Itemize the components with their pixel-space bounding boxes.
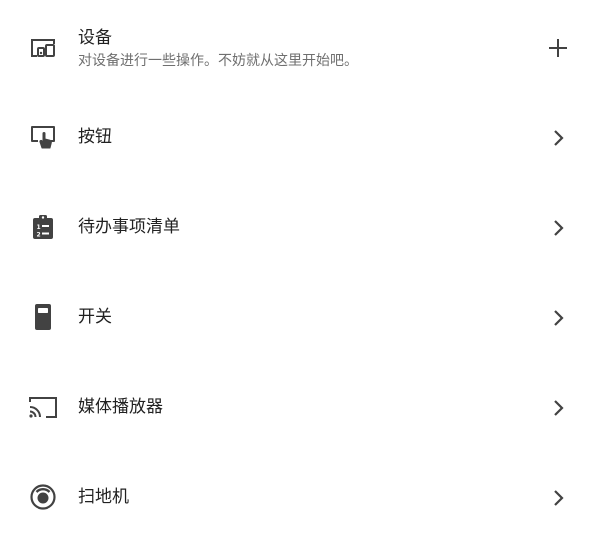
clipboard-list-icon: 1 2: [29, 213, 57, 241]
robot-vacuum-icon: [29, 483, 57, 511]
list-item-title: 待办事项清单: [78, 217, 180, 237]
add-icon[interactable]: [546, 36, 570, 60]
list-item-devices[interactable]: 设备 对设备进行一些操作。不妨就从这里开始吧。: [0, 0, 605, 90]
switch-icon: [29, 303, 57, 331]
list-item-todo-list[interactable]: 1 2 待办事项清单: [0, 182, 605, 272]
svg-text:1: 1: [37, 224, 41, 231]
list-item-title: 按钮: [78, 127, 112, 147]
list-item-button[interactable]: 按钮: [0, 92, 605, 182]
list-item-switch[interactable]: 开关: [0, 272, 605, 362]
chevron-right-icon: [546, 396, 570, 420]
cast-icon: [29, 393, 57, 421]
chevron-right-icon: [546, 126, 570, 150]
svg-text:2: 2: [37, 232, 41, 239]
devices-icon: [29, 34, 57, 62]
list-item-vacuum[interactable]: 扫地机: [0, 452, 605, 542]
chevron-right-icon: [546, 486, 570, 510]
entity-type-list: 设备 对设备进行一些操作。不妨就从这里开始吧。 按钮 1 2 待办事项清单 开关…: [0, 0, 605, 539]
list-item-title: 开关: [78, 307, 112, 327]
list-item-title: 设备: [78, 28, 112, 48]
list-item-media-player[interactable]: 媒体播放器: [0, 362, 605, 452]
chevron-right-icon: [546, 216, 570, 240]
list-item-description: 对设备进行一些操作。不妨就从这里开始吧。: [78, 53, 358, 69]
list-item-title: 媒体播放器: [78, 397, 163, 417]
chevron-right-icon: [546, 306, 570, 330]
list-item-title: 扫地机: [78, 487, 129, 507]
touch-button-icon: [29, 123, 57, 151]
